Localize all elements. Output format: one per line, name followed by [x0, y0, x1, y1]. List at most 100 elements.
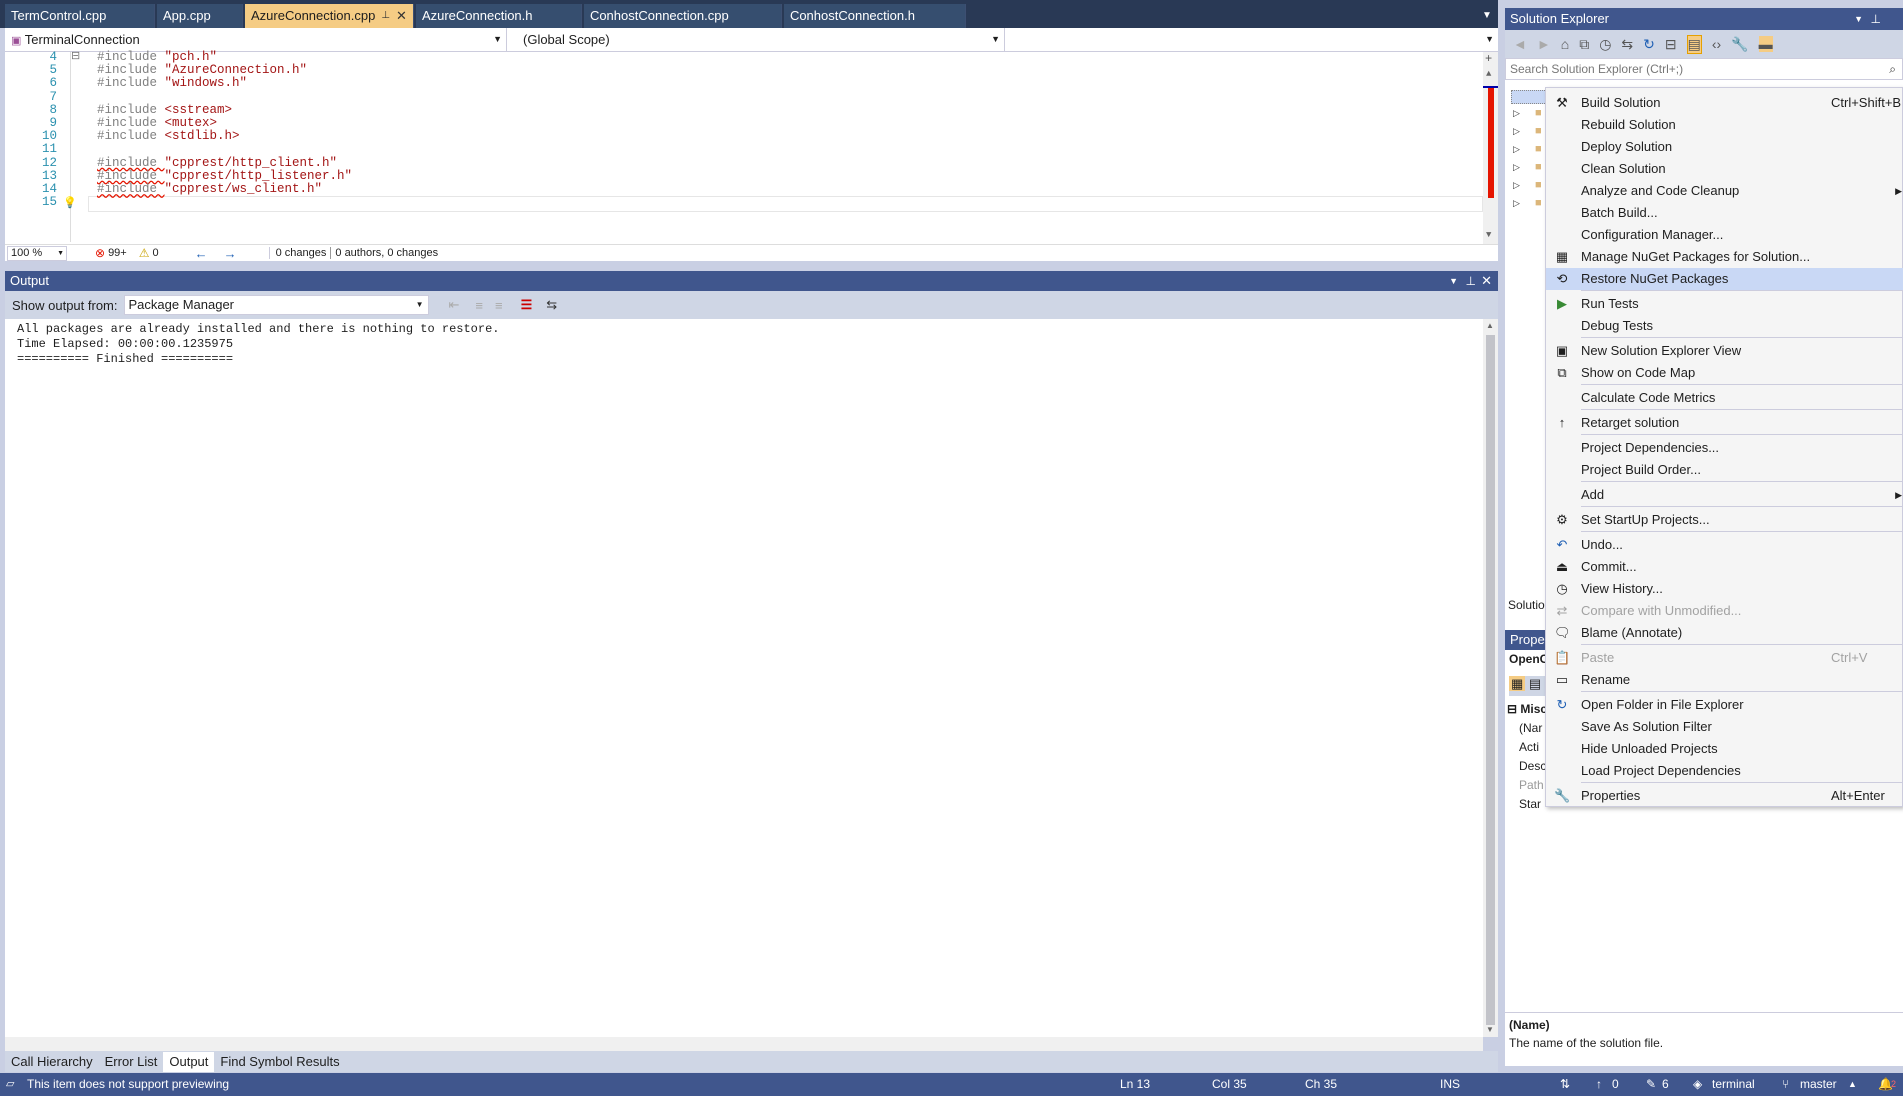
scroll-up-arrow-icon[interactable]: ▲	[1486, 321, 1494, 330]
navigate-forward-icon[interactable]: →	[224, 246, 237, 261]
branch-name[interactable]: master	[1800, 1073, 1837, 1096]
scope-dropdown[interactable]: (Global Scope) ▼	[507, 28, 1005, 51]
preview-selected-icon[interactable]: ▬	[1758, 36, 1773, 52]
alphabetical-icon[interactable]: ▤	[1529, 676, 1541, 691]
repository-name[interactable]: terminal	[1712, 1073, 1755, 1096]
menu-item-analyze-and-code-cleanup[interactable]: Analyze and Code Cleanup ▶	[1546, 180, 1903, 202]
tab-find-symbol-results[interactable]: Find Symbol Results	[214, 1052, 345, 1072]
menu-item-calculate-code-metrics[interactable]: Calculate Code Metrics	[1546, 387, 1903, 409]
scrollbar-thumb[interactable]	[1486, 335, 1495, 1025]
branch-icon[interactable]: ⑂	[1782, 1073, 1789, 1096]
home-icon[interactable]: ⌂	[1561, 36, 1569, 52]
solution-node[interactable]	[1511, 90, 1549, 104]
menu-item-set-startup-projects[interactable]: ⚙ Set StartUp Projects...	[1546, 509, 1903, 531]
menu-item-properties[interactable]: 🔧 Properties Alt+Enter	[1546, 785, 1903, 807]
menu-item-paste[interactable]: 📋 Paste Ctrl+V	[1546, 647, 1903, 669]
back-arrow-icon[interactable]: ◄	[1513, 36, 1527, 52]
scroll-up-arrow-icon[interactable]: ▲	[1486, 69, 1491, 79]
line-indicator[interactable]: Ln 13	[1120, 1073, 1150, 1096]
pin-icon[interactable]: ⊥	[1466, 271, 1476, 291]
menu-item-undo[interactable]: ↶ Undo...	[1546, 534, 1903, 556]
zoom-dropdown[interactable]: 100 % ▼	[7, 245, 67, 261]
menu-item-hide-unloaded-projects[interactable]: Hide Unloaded Projects	[1546, 738, 1903, 760]
code-line[interactable]: #include "cpprest/ws_client.h"	[97, 181, 322, 197]
menu-item-open-folder-in-file-explorer[interactable]: ↻ Open Folder in File Explorer	[1546, 694, 1903, 716]
property-row[interactable]: Path	[1507, 776, 1547, 795]
arrow-up-icon[interactable]: ↑	[1596, 1073, 1602, 1096]
warning-icon[interactable]: ⚠	[139, 246, 150, 260]
pencil-icon[interactable]: ✎	[1646, 1073, 1656, 1096]
tab-output[interactable]: Output	[163, 1051, 215, 1072]
menu-item-retarget-solution[interactable]: ↑ Retarget solution	[1546, 412, 1903, 434]
collapse-all-icon[interactable]: ⊟	[1665, 36, 1677, 53]
find-message-icon[interactable]: ⇤	[449, 297, 460, 313]
menu-item-project-build-order[interactable]: Project Build Order...	[1546, 459, 1903, 481]
code-line[interactable]: #include "windows.h"	[97, 75, 247, 91]
column-indicator[interactable]: Col 35	[1212, 1073, 1247, 1096]
property-row[interactable]: Acti	[1507, 738, 1547, 757]
menu-item-configuration-manager[interactable]: Configuration Manager...	[1546, 224, 1903, 246]
menu-item-blame-annotate[interactable]: 🗨 Blame (Annotate)	[1546, 622, 1903, 644]
collapse-toggle-icon[interactable]: ⊟	[71, 49, 80, 65]
pin-icon[interactable]: ⊥	[381, 4, 390, 28]
authors-text[interactable]: 0 authors, 0 changes	[330, 247, 438, 259]
word-wrap-icon[interactable]: ⇆	[546, 297, 557, 313]
menu-item-show-on-code-map[interactable]: ⧉ Show on Code Map	[1546, 362, 1903, 384]
output-horizontal-scrollbar[interactable]	[5, 1037, 1483, 1051]
next-message-icon[interactable]: ≡	[495, 298, 503, 313]
menu-item-load-project-dependencies[interactable]: Load Project Dependencies	[1546, 760, 1903, 782]
previous-message-icon[interactable]: ≡	[475, 298, 483, 313]
tab-call-hierarchy[interactable]: Call Hierarchy	[5, 1052, 99, 1072]
lightbulb-icon[interactable]: 💡	[63, 196, 77, 210]
refresh-icon[interactable]: ↻	[1643, 36, 1655, 53]
tab-azureconnection-cpp[interactable]: AzureConnection.cpp ⊥ ✕	[245, 4, 414, 28]
chevron-up-icon[interactable]: ▲	[1848, 1073, 1857, 1096]
close-icon[interactable]: ✕	[1481, 271, 1492, 291]
menu-item-rename[interactable]: ▭ Rename	[1546, 669, 1903, 691]
sync-icon[interactable]: ⇆	[1621, 36, 1633, 53]
code-editor[interactable]: 4 5 6 7 8 9 10 11 12 13 14 15 💡 + ▲ ▼ #include "pch…	[5, 49, 1498, 244]
menu-item-restore-nuget-packages[interactable]: ⟲ Restore NuGet Packages	[1546, 268, 1903, 290]
repo-diamond-icon[interactable]: ◈	[1693, 1073, 1702, 1096]
menu-item-compare-with-unmodified[interactable]: ⇄ Compare with Unmodified...	[1546, 600, 1903, 622]
navigate-back-icon[interactable]: ←	[195, 246, 208, 261]
output-text-area[interactable]: All packages are already installed and t…	[5, 319, 1483, 1037]
property-row[interactable]: Star	[1507, 795, 1547, 814]
menu-item-save-as-solution-filter[interactable]: Save As Solution Filter	[1546, 716, 1903, 738]
project-dropdown[interactable]: ▣ TerminalConnection ▼	[5, 28, 507, 51]
properties-object-name[interactable]: OpenC	[1509, 652, 1548, 666]
menu-item-new-solution-explorer-view[interactable]: ▣ New Solution Explorer View	[1546, 340, 1903, 362]
insert-mode-indicator[interactable]: INS	[1440, 1073, 1460, 1096]
member-dropdown[interactable]: ▼	[1005, 28, 1498, 51]
wrench-icon[interactable]: 🔧	[1731, 36, 1748, 53]
menu-item-commit[interactable]: ⏏ Commit...	[1546, 556, 1903, 578]
menu-item-view-history[interactable]: ◷ View History...	[1546, 578, 1903, 600]
scroll-down-arrow-icon[interactable]: ▼	[1486, 230, 1491, 240]
error-icon[interactable]: ⊗	[95, 246, 105, 260]
split-add-icon[interactable]: +	[1485, 52, 1492, 66]
char-indicator[interactable]: Ch 35	[1305, 1073, 1337, 1096]
menu-item-deploy-solution[interactable]: Deploy Solution	[1546, 136, 1903, 158]
menu-item-add[interactable]: Add ▶	[1546, 484, 1903, 506]
categorized-icon[interactable]: ▦	[1509, 676, 1526, 691]
tab-conhostconnection-cpp[interactable]: ConhostConnection.cpp	[583, 4, 782, 28]
menu-item-manage-nuget-packages-for-solution[interactable]: ▦ Manage NuGet Packages for Solution...	[1546, 246, 1903, 268]
tab-overflow-chevron-icon[interactable]: ▼	[1482, 10, 1492, 21]
switch-views-icon[interactable]: ⧉	[1579, 36, 1589, 53]
tab-error-list[interactable]: Error List	[99, 1052, 164, 1072]
output-source-select[interactable]: Package Manager ▼	[123, 295, 429, 315]
property-row[interactable]: (Nar	[1507, 719, 1547, 738]
menu-item-project-dependencies[interactable]: Project Dependencies...	[1546, 437, 1903, 459]
editor-vertical-scrollbar[interactable]: + ▲ ▼	[1483, 52, 1498, 244]
scroll-down-arrow-icon[interactable]: ▼	[1486, 1025, 1494, 1034]
git-sync-icon[interactable]: ⇅	[1560, 1073, 1570, 1096]
forward-arrow-icon[interactable]: ►	[1537, 36, 1551, 52]
tab-app-cpp[interactable]: App.cpp	[157, 4, 243, 28]
pin-icon[interactable]: ⊥	[1871, 8, 1881, 30]
close-icon[interactable]: ✕	[396, 4, 407, 28]
tab-azureconnection-h[interactable]: AzureConnection.h	[415, 4, 582, 28]
menu-item-rebuild-solution[interactable]: Rebuild Solution	[1546, 114, 1903, 136]
collapse-toggle-icon[interactable]: ⊟	[1507, 702, 1520, 716]
solution-search-input[interactable]: Search Solution Explorer (Ctrl+;) ⌕	[1505, 58, 1903, 80]
tab-termcontrol-cpp[interactable]: TermControl.cpp	[5, 4, 155, 28]
